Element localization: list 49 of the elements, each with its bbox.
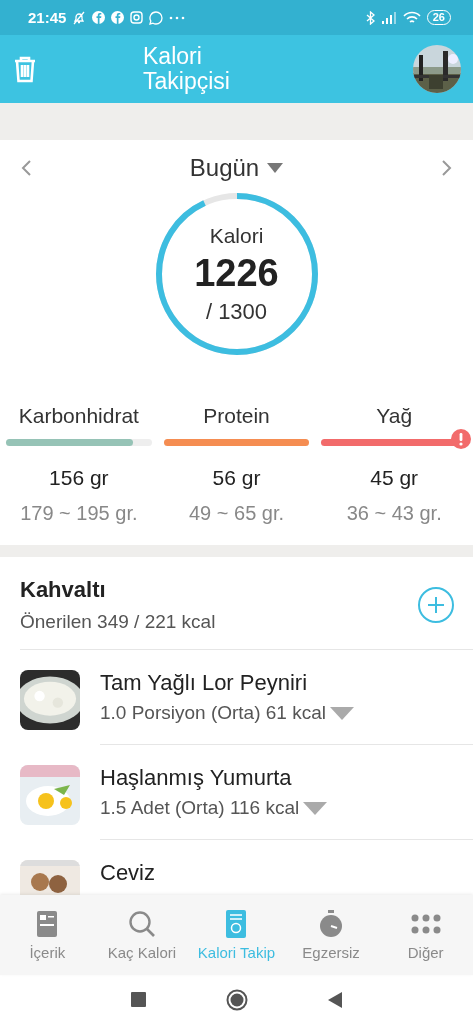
caret-icon[interactable] <box>303 801 328 815</box>
nav-tab[interactable]: Egzersiz <box>283 895 379 975</box>
day-selector[interactable]: Bugün <box>189 154 284 182</box>
chevron-left-icon[interactable] <box>20 159 32 177</box>
calorie-label: Kalori <box>209 223 264 248</box>
camera-icon <box>130 11 144 24</box>
meal-title: Kahvaltı <box>20 577 107 603</box>
nav-tab[interactable]: Kalori Takip <box>189 895 284 975</box>
food-portion: 1.0 Porsiyon (Orta) 61 kcal <box>100 702 326 724</box>
macro-amount: 56 gr <box>212 466 261 490</box>
nav-tab[interactable]: İçerik <box>0 895 95 975</box>
back-icon[interactable] <box>328 991 342 1008</box>
macro-name: Protein <box>203 404 270 428</box>
app-title: Kalori Takipçisi <box>143 44 231 94</box>
search-icon <box>127 909 156 938</box>
food-name[interactable]: Haşlanmış Yumurta <box>100 765 473 791</box>
calorie-goal: / 1300 <box>205 298 268 325</box>
macro-target-range: 36 ~ 43 gr. <box>346 502 442 525</box>
more-icon <box>169 15 186 20</box>
calorie-count: 1226 <box>194 251 279 295</box>
app-notification-icon <box>111 11 125 24</box>
bluetooth-icon <box>365 10 375 25</box>
chevron-right-icon[interactable] <box>441 159 453 177</box>
caret-icon <box>267 163 284 173</box>
home-icon[interactable] <box>226 988 248 1011</box>
macro-target-range: 179 ~ 195 gr. <box>20 502 138 525</box>
document-icon <box>37 909 58 938</box>
food-portion: 1.5 Adet (Orta) 116 kcal <box>100 797 300 819</box>
macro-name: Karbonhidrat <box>18 404 139 428</box>
meal-recommended-kcal: Önerilen 349 / 221 kcal <box>20 611 216 633</box>
notebook-apple-icon <box>226 909 247 938</box>
nav-tab[interactable]: Diğer <box>378 895 473 975</box>
chat-bubble-icon <box>149 10 164 25</box>
caret-icon[interactable] <box>330 706 354 720</box>
add-icon[interactable] <box>417 586 455 624</box>
macro-amount: 156 gr <box>49 466 109 490</box>
macro-target-range: 49 ~ 65 gr. <box>188 502 285 525</box>
nav-tab[interactable]: Kaç Kalori <box>94 895 190 975</box>
food-name[interactable]: Ceviz <box>100 860 473 886</box>
wifi-icon <box>402 11 421 24</box>
stopwatch-icon <box>319 909 344 938</box>
status-time: 21:45 <box>28 9 67 26</box>
app-notification-icon <box>92 11 106 24</box>
macro-name: Yağ <box>376 404 413 428</box>
food-name[interactable]: Tam Yağlı Lor Peyniri <box>100 670 473 696</box>
macro-amount: 45 gr <box>370 466 419 490</box>
signal-icon <box>380 11 397 24</box>
trash-icon[interactable] <box>12 55 38 83</box>
bell-off-icon <box>72 10 87 25</box>
